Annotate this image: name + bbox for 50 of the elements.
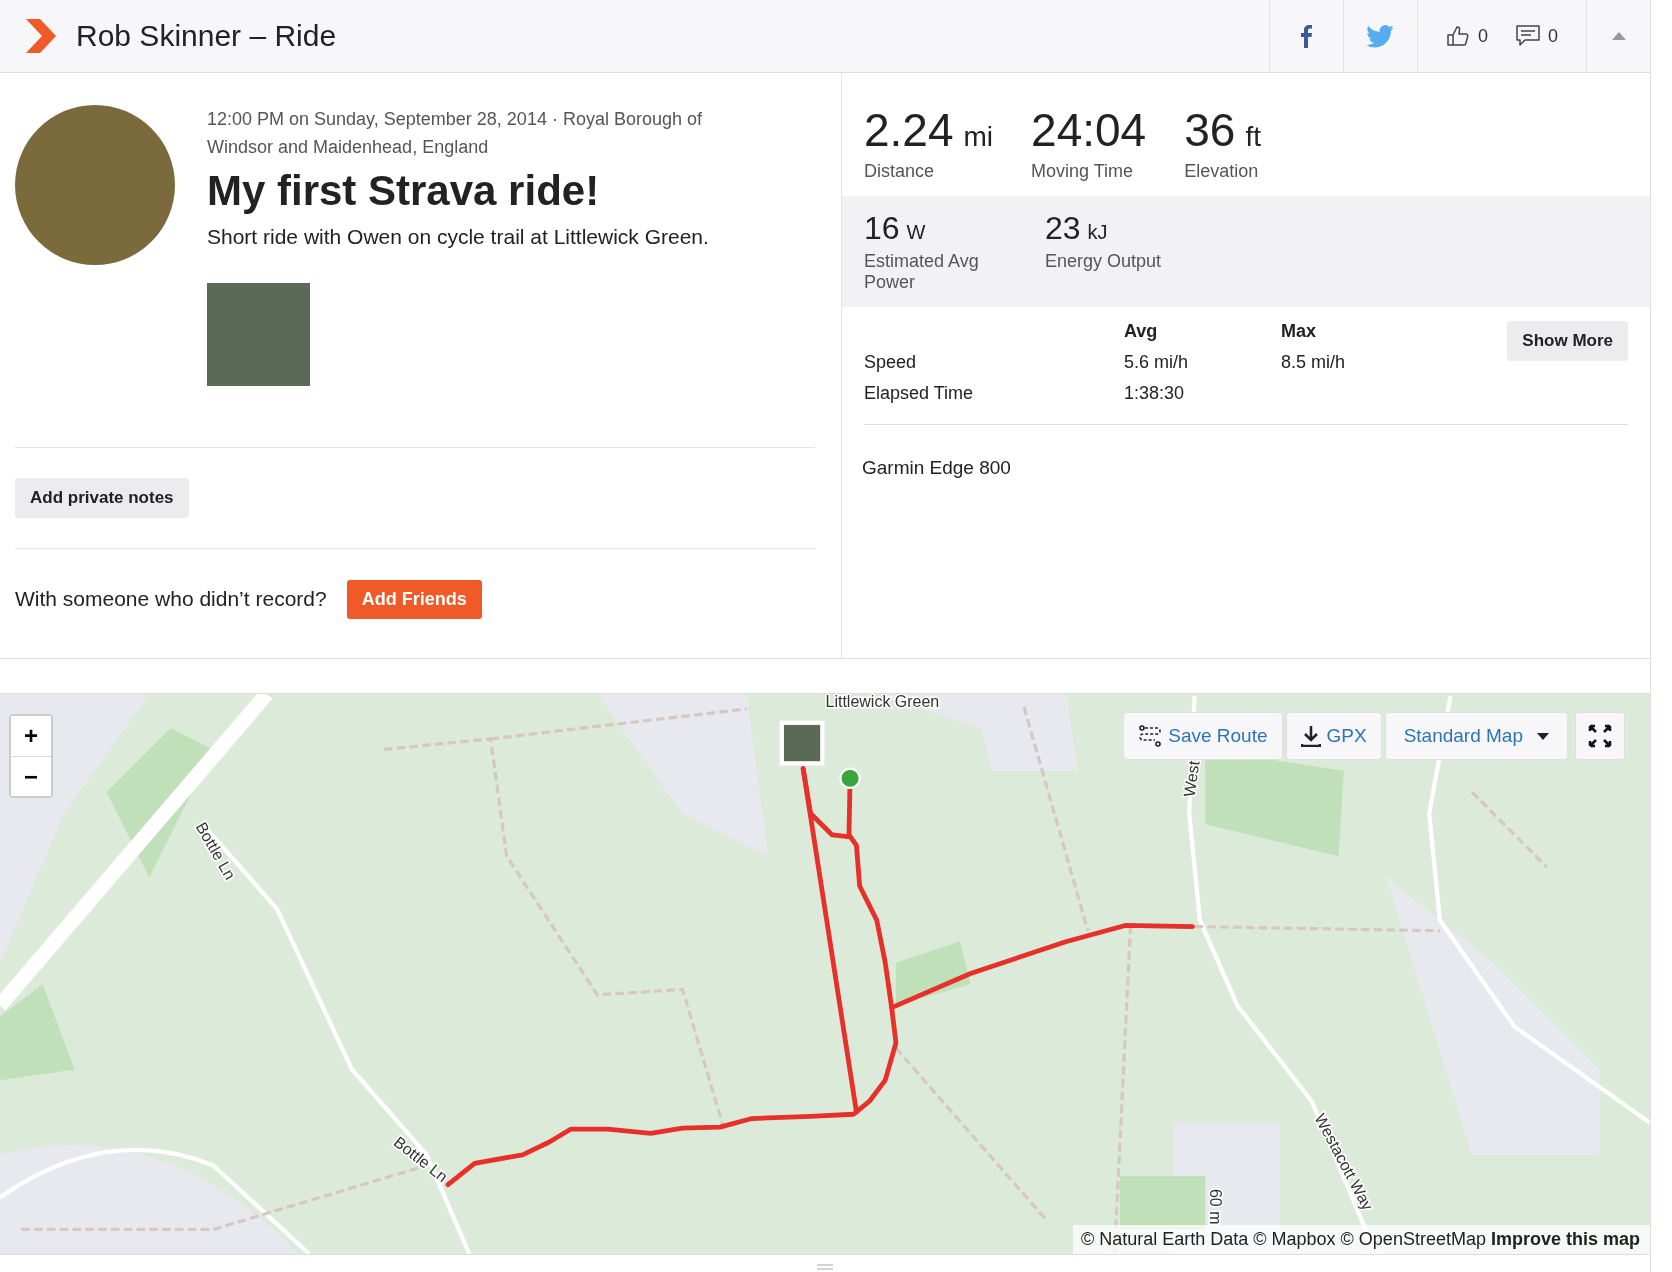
activity-title: My first Strava ride! [207,167,601,215]
photo-marker[interactable] [779,720,825,766]
friends-prompt: With someone who didn’t record? [15,587,327,611]
thumbs-up-icon [1445,24,1470,48]
map-label: Littlewick Green [825,694,940,710]
bird-icon [1366,24,1395,48]
facebook-icon [1300,24,1313,48]
comments-button[interactable]: 0 [1510,24,1564,48]
device-name: Garmin Edge 800 [862,457,1012,479]
stat-label: Distance [864,161,936,182]
row-label: Speed [864,352,918,373]
caret-down-icon [1537,732,1549,740]
improve-map-link[interactable]: Improve this map [1490,1229,1640,1249]
stat-value: 2.24 mi [864,103,994,157]
page-title: Rob Skinner – Ride [76,19,337,53]
map-label: West [1180,759,1203,798]
speech-bubble-icon [1516,25,1540,47]
fullscreen-button[interactable] [1575,712,1625,760]
drag-handle-icon[interactable] [817,1264,833,1270]
download-icon [1300,725,1321,747]
caret-up-icon [1611,32,1626,40]
stat-value: 36 ft [1184,103,1261,157]
activity-description: Short ride with Owen on cycle trail at Littlewick Green. [207,225,710,249]
stat-value: 24:04 [1031,103,1147,157]
route-icon [1138,725,1163,747]
chevron-logo-icon [26,19,56,53]
table-cell-text: 5.6 mi/h [1124,352,1190,373]
start-marker [839,767,861,789]
kudos-button[interactable]: 0 [1439,23,1494,49]
table-cell-text: 1:38:30 [1124,383,1186,404]
row-label: Elapsed Time [864,383,975,404]
map-label: 60 m [1206,1188,1224,1225]
column-header: Avg [1124,321,1159,342]
gpx-download-button[interactable]: GPX [1285,712,1382,760]
add-notes-button[interactable]: Add private notes [15,478,189,518]
column-header: Max [1281,321,1317,342]
table-cell-text: 8.5 mi/h [1281,352,1347,373]
map-style-dropdown[interactable]: Standard Map [1384,712,1568,760]
stat-value: 23 kJ [1045,210,1109,247]
stat-label: Moving Time [1031,161,1135,182]
stat-label: Elevation [1184,161,1260,182]
show-more-button[interactable]: Show More [1507,321,1628,361]
stat-label: Energy Output [1045,251,1163,272]
stat-value: 16 W [864,210,927,247]
stat-label: Estimated Avg Power [864,251,980,293]
fullscreen-icon [1588,724,1612,748]
zoom-out-button[interactable]: − [11,756,51,796]
attribution-text: © Natural Earth Data © Mapbox © OpenStreetMap [1080,1229,1486,1249]
date-location: 12:00 PM on Sunday, September 28, 2014 · Royal Borough of Windsor and Maidenhead, England [207,108,703,159]
save-route-button[interactable]: Save Route [1123,712,1283,760]
